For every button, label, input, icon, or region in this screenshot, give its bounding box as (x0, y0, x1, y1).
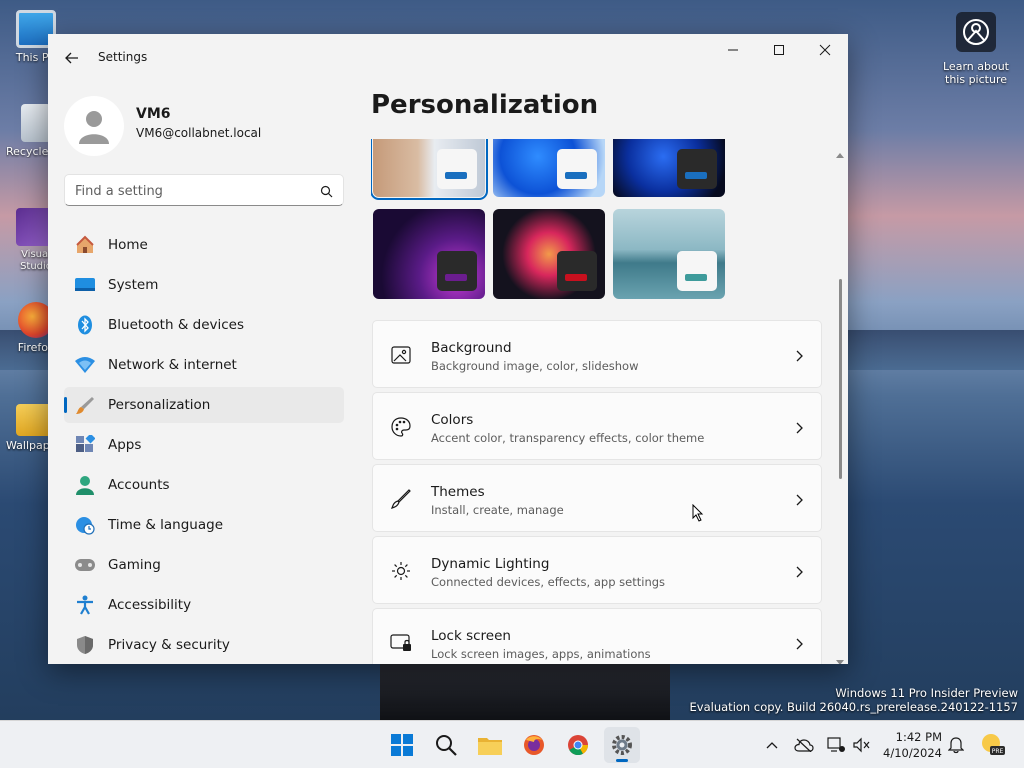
theme-thumbnail-5[interactable] (493, 209, 605, 299)
card-lock-screen[interactable]: Lock screen Lock screen images, apps, an… (372, 608, 822, 664)
sidebar-item-apps[interactable]: Apps (64, 427, 344, 463)
avatar (64, 96, 124, 156)
svg-text:PRE: PRE (992, 748, 1004, 755)
theme-thumbnail-2[interactable] (493, 139, 605, 197)
brush-icon (74, 394, 96, 416)
lighting-icon (389, 559, 413, 583)
sidebar-item-bluetooth[interactable]: Bluetooth & devices (64, 307, 344, 343)
firefox-taskbar-button[interactable] (516, 727, 552, 763)
taskbar: 1:42 PM 4/10/2024 PRE (0, 720, 1024, 768)
shield-icon (74, 634, 96, 656)
chevron-right-icon (795, 635, 803, 654)
folder-icon (478, 738, 502, 755)
image-icon (389, 343, 413, 367)
search-icon (436, 735, 457, 756)
accessibility-icon (74, 594, 96, 616)
search-box[interactable] (64, 174, 344, 206)
windows-logo-icon (391, 734, 413, 756)
bluetooth-icon (74, 314, 96, 336)
learn-about-picture[interactable]: Learn about this picture (940, 12, 1012, 86)
recycle-bin-icon (21, 104, 51, 142)
chevron-up-icon[interactable] (762, 735, 782, 755)
desktop-pier (380, 664, 670, 720)
sidebar-item-accessibility[interactable]: Accessibility (64, 587, 344, 623)
taskbar-clock[interactable]: 1:42 PM 4/10/2024 (872, 729, 942, 761)
volume-muted-icon[interactable] (852, 735, 872, 755)
settings-cards: Background Background image, color, slid… (372, 320, 822, 664)
search-input[interactable] (75, 181, 305, 201)
sidebar-item-accounts[interactable]: Accounts (64, 467, 344, 503)
close-button[interactable] (802, 34, 848, 66)
card-background[interactable]: Background Background image, color, slid… (372, 320, 822, 388)
firefox-icon (524, 735, 544, 755)
theme-thumbnail-3[interactable] (613, 139, 725, 197)
scroll-up-icon[interactable] (836, 143, 844, 162)
sidebar-item-privacy[interactable]: Privacy & security (64, 627, 344, 663)
sidebar-nav: Home System Bluetooth & devices Network … (64, 227, 344, 664)
brush-icon (389, 487, 413, 511)
chevron-right-icon (795, 419, 803, 438)
settings-window: Settings VM6 VM6@collabnet.local Home (48, 34, 848, 664)
card-dynamic-lighting[interactable]: Dynamic Lighting Connected devices, effe… (372, 536, 822, 604)
main-content: Background Background image, color, slid… (371, 139, 837, 664)
scrollbar-thumb[interactable] (839, 279, 842, 479)
sidebar-item-personalization[interactable]: Personalization (64, 387, 344, 423)
apps-icon (74, 434, 96, 456)
sidebar-item-system[interactable]: System (64, 267, 344, 303)
mouse-cursor-icon (692, 503, 704, 526)
file-explorer-button[interactable] (472, 727, 508, 763)
maximize-button[interactable] (756, 34, 802, 66)
onedrive-icon[interactable] (794, 735, 814, 755)
minimize-button[interactable] (710, 34, 756, 66)
system-icon (74, 274, 96, 296)
taskbar-search-button[interactable] (428, 727, 464, 763)
chevron-right-icon (795, 563, 803, 582)
palette-icon (389, 415, 413, 439)
network-icon (74, 354, 96, 376)
home-icon (74, 234, 96, 256)
gear-icon (612, 735, 632, 755)
globe-clock-icon (74, 514, 96, 536)
bell-icon[interactable] (946, 735, 966, 755)
card-themes[interactable]: Themes Install, create, manage (372, 464, 822, 532)
sidebar-item-network[interactable]: Network & internet (64, 347, 344, 383)
settings-taskbar-button[interactable] (604, 727, 640, 763)
sidebar-item-gaming[interactable]: Gaming (64, 547, 344, 583)
theme-thumbnail-4[interactable] (373, 209, 485, 299)
gamepad-icon (74, 554, 96, 576)
back-arrow-icon[interactable] (62, 48, 82, 68)
profile-name: VM6 (136, 106, 171, 122)
search-icon[interactable] (320, 183, 333, 202)
card-colors[interactable]: Colors Accent color, transparency effect… (372, 392, 822, 460)
content-scrollbar[interactable] (836, 139, 844, 664)
start-button[interactable] (384, 727, 420, 763)
network-status-icon[interactable] (826, 735, 846, 755)
profile-email: VM6@collabnet.local (136, 126, 262, 140)
chrome-taskbar-button[interactable] (560, 727, 596, 763)
chevron-right-icon (795, 491, 803, 510)
build-watermark: Windows 11 Pro Insider Preview Evaluatio… (689, 686, 1018, 714)
page-title: Personalization (371, 90, 599, 120)
title-bar: Settings (48, 34, 848, 80)
theme-thumbnail-1[interactable] (371, 139, 488, 200)
chevron-right-icon (795, 347, 803, 366)
insider-preview-icon[interactable]: PRE (980, 732, 1006, 758)
lock-screen-icon (389, 631, 413, 655)
sidebar-item-home[interactable]: Home (64, 227, 344, 263)
theme-thumbnail-6[interactable] (613, 209, 725, 299)
accounts-icon (74, 474, 96, 496)
sidebar-item-time-language[interactable]: Time & language (64, 507, 344, 543)
chrome-icon (568, 735, 589, 756)
camera-icon (956, 12, 996, 52)
scroll-down-icon[interactable] (836, 651, 844, 664)
window-title: Settings (98, 50, 148, 64)
